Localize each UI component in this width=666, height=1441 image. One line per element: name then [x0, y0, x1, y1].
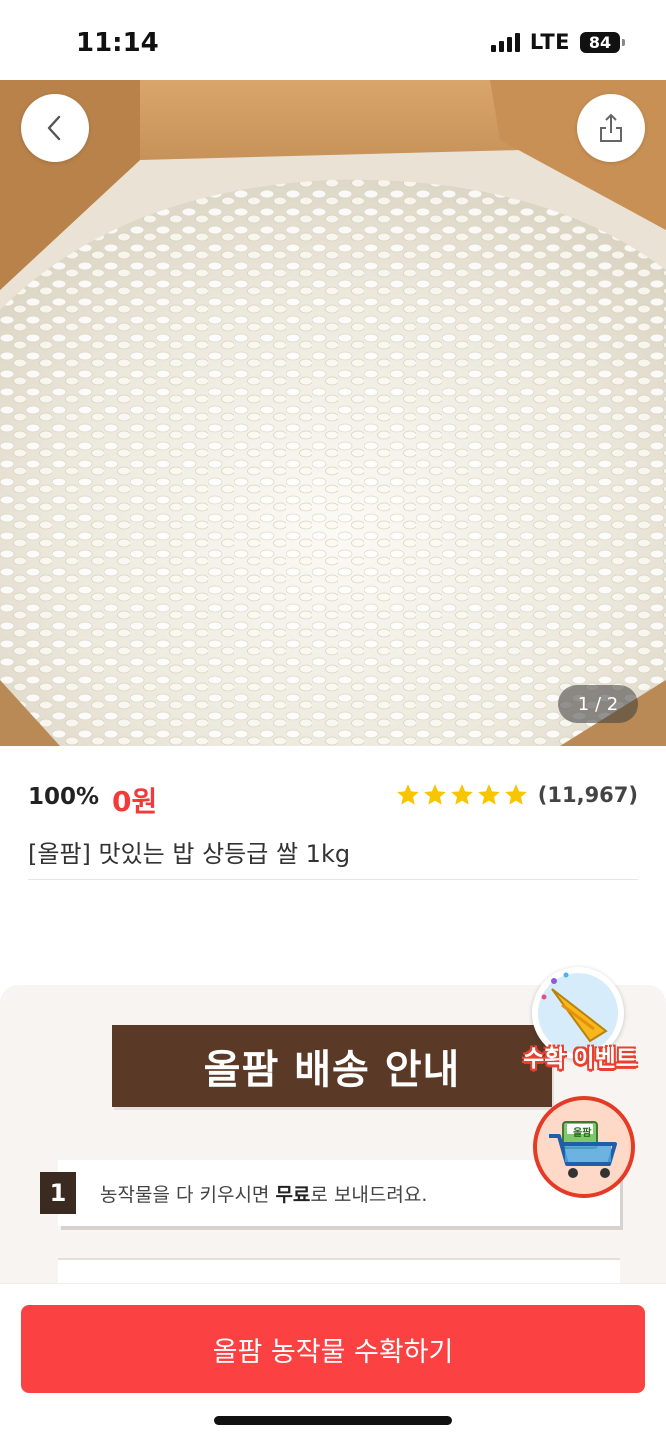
review-count: (11,967) [537, 783, 638, 807]
product-title: [올팜] 맛있는 밥 상등급 쌀 1kg [28, 840, 351, 868]
star-icon [396, 784, 419, 805]
share-button[interactable] [577, 94, 645, 162]
shipping-guide-title: 올팜 배송 안내 [112, 1025, 552, 1107]
cart-tag: 올팜 [573, 1128, 592, 1139]
home-indicator [214, 1416, 452, 1425]
star-icon [423, 784, 446, 805]
share-icon [600, 113, 622, 142]
step-text-bold: 무료 [275, 1184, 311, 1206]
divider [28, 879, 638, 880]
harvest-button[interactable]: 올팜 농작물 수확하기 [21, 1305, 645, 1393]
star-icon [477, 784, 500, 805]
status-bar: 11:14 LTE 84 [0, 0, 666, 80]
rating[interactable]: (11,967) [395, 782, 638, 808]
step-number: 1 [40, 1172, 76, 1214]
battery-icon: 84 [580, 31, 625, 53]
star-icon [450, 784, 473, 805]
step-text-before: 농작물을 다 키우시면 [100, 1184, 276, 1206]
discount-rate: 100% [28, 784, 100, 810]
star-icon [504, 784, 527, 805]
harvest-event-badge[interactable]: 수확 이벤트 [510, 955, 650, 1075]
price-row: 100% 0원 (11,967) [28, 780, 638, 818]
star-rating [395, 782, 529, 808]
battery-level: 84 [588, 32, 612, 52]
back-chevron-icon [47, 115, 61, 141]
network-type: LTE [529, 30, 570, 54]
back-button[interactable] [21, 94, 89, 162]
step-text: 농작물을 다 키우시면 무료로 보내드려요. [100, 1180, 427, 1207]
status-icons: LTE 84 [490, 30, 625, 54]
cart-badge[interactable]: 올팜 [533, 1096, 635, 1198]
shopping-cart-icon [549, 1121, 617, 1178]
signal-icon [490, 32, 520, 52]
price: 0원 [112, 785, 158, 818]
image-page-indicator: 1 / 2 [558, 685, 638, 723]
guide-step: 1 농작물을 다 키우시면 무료로 보내드려요. [40, 1160, 620, 1226]
rice-photo [0, 80, 666, 746]
step-text-after: 로 보내드려요. [310, 1184, 428, 1206]
status-time: 11:14 [76, 28, 159, 58]
event-label: 수확 이벤트 [523, 1046, 637, 1072]
product-image[interactable] [0, 80, 666, 746]
